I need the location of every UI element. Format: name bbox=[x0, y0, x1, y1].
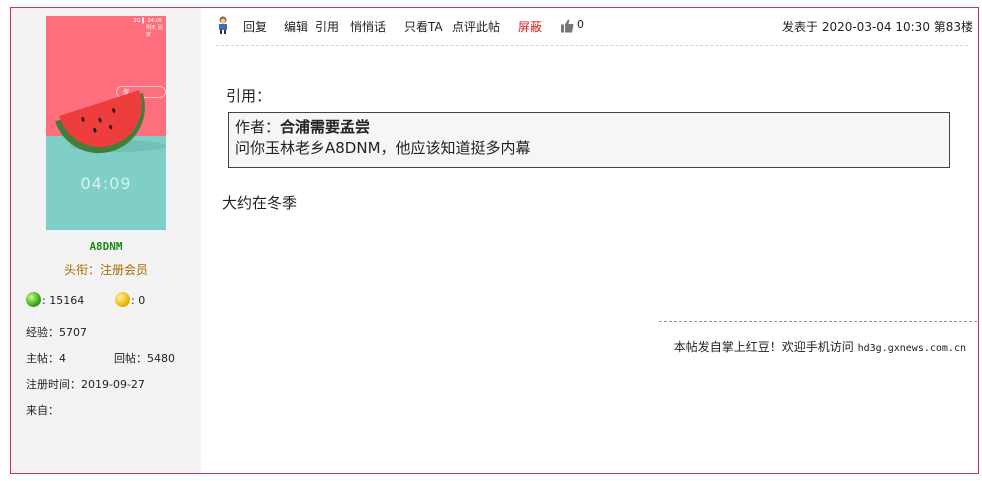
green-points: : 15164 bbox=[26, 292, 84, 307]
from-location: 来自： bbox=[26, 404, 59, 417]
footer-link[interactable]: hd3g.gxnews.com.cn bbox=[858, 343, 966, 354]
watermelon-seed bbox=[97, 117, 103, 124]
watermelon-seed bbox=[108, 124, 113, 131]
green-points-value: : 15164 bbox=[42, 294, 85, 307]
user-title: 头衔：注册会员 bbox=[63, 263, 148, 277]
toolbar-divider bbox=[216, 45, 968, 46]
edit-button[interactable]: 编辑 bbox=[284, 18, 308, 35]
whisper-button[interactable]: 悄悄话 bbox=[350, 18, 386, 35]
user-sidebar: 5G ▌ 24:09 明天 回家 搜 04:09 A8DNM 头衔：注册会员 :… bbox=[11, 8, 201, 473]
user-figure-icon[interactable] bbox=[216, 16, 231, 34]
footer-divider bbox=[659, 321, 977, 322]
quote-author-prefix: 作者： bbox=[235, 118, 281, 136]
post-meta: 发表于 2020-03-04 10:30 第83楼 bbox=[782, 20, 974, 34]
quote-block: 作者：合浦需要孟尝 问你玉林老乡A8DNM，他应该知道挺多内幕 bbox=[228, 112, 950, 168]
post-footer: 本帖发自掌上红豆！欢迎手机访问 hd3g.gxnews.com.cn bbox=[674, 338, 966, 355]
green-orb-icon bbox=[26, 292, 41, 307]
quote-button[interactable]: 引用 bbox=[315, 18, 339, 35]
post-body: 大约在冬季 bbox=[222, 194, 298, 212]
register-date: 注册时间：2019-09-27 bbox=[26, 378, 145, 391]
quote-text: 问你玉林老乡A8DNM，他应该知道挺多内幕 bbox=[235, 139, 531, 157]
review-button[interactable]: 点评此帖 bbox=[452, 18, 500, 35]
avatar-clock: 04:09 bbox=[80, 174, 132, 193]
quote-label: 引用： bbox=[226, 87, 272, 105]
watermelon-seed bbox=[80, 116, 86, 123]
reply-count: 回帖：5480 bbox=[114, 352, 175, 365]
yellow-orb-icon bbox=[115, 292, 130, 307]
watermelon-seed bbox=[111, 107, 116, 114]
post-frame: 5G ▌ 24:09 明天 回家 搜 04:09 A8DNM 头衔：注册会员 :… bbox=[10, 7, 979, 474]
yellow-points-value: : 0 bbox=[131, 294, 146, 307]
watermelon-seed bbox=[92, 127, 98, 134]
topic-count: 主帖：4 bbox=[26, 352, 66, 365]
quote-author: 合浦需要孟尝 bbox=[280, 118, 371, 136]
yellow-points: : 0 bbox=[115, 292, 145, 307]
avatar[interactable]: 5G ▌ 24:09 明天 回家 搜 04:09 bbox=[46, 16, 166, 230]
avatar-vertical-text: 明天 回家 bbox=[146, 25, 163, 38]
only-ta-button[interactable]: 只看TA bbox=[404, 18, 443, 35]
post-toolbar: 回复 编辑 引用 悄悄话 只看TA 点评此帖 屏蔽 0 发表于 2020-03-… bbox=[216, 16, 974, 38]
thumbs-up-icon[interactable] bbox=[560, 17, 575, 35]
like-count: 0 bbox=[577, 18, 584, 31]
username[interactable]: A8DNM bbox=[11, 240, 201, 253]
experience: 经验：5707 bbox=[26, 326, 87, 339]
footer-text: 本帖发自掌上红豆！欢迎手机访问 bbox=[673, 340, 858, 354]
block-button[interactable]: 屏蔽 bbox=[518, 18, 542, 35]
reply-button[interactable]: 回复 bbox=[243, 18, 267, 35]
